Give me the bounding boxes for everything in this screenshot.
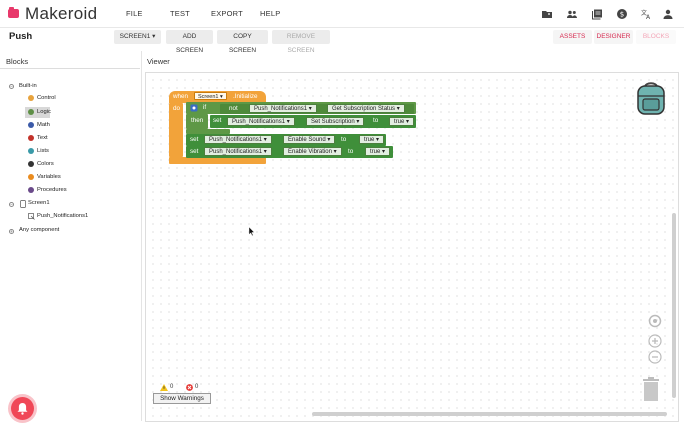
remove-screen-button[interactable]: REMOVE SCREEN [272,30,330,54]
component-dropdown-2[interactable]: Push_Notifications1 ▾ [204,135,272,144]
assets-button[interactable]: ASSETS [553,30,592,44]
vertical-scrollbar[interactable] [672,213,676,398]
recenter-icon[interactable] [648,314,662,328]
folder-add-icon[interactable] [541,8,553,20]
control-color-dot [28,95,34,101]
zoom-out-icon[interactable] [648,350,662,364]
procedures-color-dot [28,187,34,193]
colors-color-dot [28,161,34,167]
tree-builtin[interactable]: Built-in [19,82,37,91]
blocks-panel-title: Blocks [0,51,140,69]
set-label-3: set [190,148,199,155]
true-dropdown-2[interactable]: true ▾ [359,135,385,144]
blocks-button[interactable]: BLOCKS [636,30,676,44]
svg-text:$: $ [620,10,624,18]
library-icon[interactable] [591,8,603,20]
event-block-footer[interactable] [169,157,266,164]
collapse-builtin-toggle[interactable]: − [9,84,14,89]
tree-item-any-component[interactable]: Any component [19,226,59,235]
then-label: then [191,117,204,124]
not-label: not [229,105,238,112]
tree-item-lists[interactable]: Lists [37,147,49,156]
mouse-cursor-icon [249,227,255,236]
tree-item-colors[interactable]: Colors [37,160,54,169]
designer-button[interactable]: DESIGNER [594,30,633,44]
horizontal-scrollbar[interactable] [312,412,667,416]
math-color-dot [28,122,34,128]
notification-fab[interactable] [11,397,34,420]
logo-icon[interactable] [8,7,19,18]
to-label-1: to [373,117,379,124]
variables-color-dot [28,174,34,180]
show-warnings-button[interactable]: Show Warnings [153,393,211,404]
menu-test[interactable]: TEST [170,9,190,18]
set-label-2: set [190,136,199,143]
dollar-icon[interactable]: $ [616,8,628,20]
warnings-count: 0 [170,384,174,390]
copy-screen-button[interactable]: COPY SCREEN [217,30,268,54]
menu-export[interactable]: EXPORT [211,9,243,18]
to-label-2: to [341,136,347,143]
if-label: if [203,104,207,111]
lists-color-dot [28,148,34,154]
screen-dropdown[interactable]: Screen1 ▾ [194,92,227,100]
do-label: do [173,105,181,112]
tree-item-control[interactable]: Control [37,94,56,103]
component-icon [28,213,35,220]
project-name: Push [9,31,33,42]
text-color-dot [28,135,34,141]
tree-item-screen1[interactable]: Screen1 [28,199,50,208]
initialize-label: .Initialize [233,93,258,100]
enable-vibration-dropdown[interactable]: Enable Vibration ▾ [283,147,342,156]
people-icon[interactable] [566,8,578,20]
phone-icon [20,200,26,208]
zoom-in-icon[interactable] [648,334,662,348]
screen-select[interactable]: SCREEN1 ▾ [114,30,161,44]
set-subscription-dropdown[interactable]: Set Subscription ▾ [306,117,365,126]
add-screen-button[interactable]: ADD SCREEN [166,30,213,54]
account-icon[interactable] [662,8,674,20]
tree-item-variables[interactable]: Variables [37,173,61,182]
mutator-gear-icon[interactable] [190,104,198,112]
logic-color-dot [28,109,34,115]
brand-name[interactable]: Makeroid [25,4,97,24]
translate-icon[interactable]: 文A [640,8,652,20]
svg-text:A: A [646,14,651,20]
warning-icon [160,384,168,391]
when-label: when [173,93,189,100]
errors-count: 0 [195,384,199,390]
component-dropdown-3[interactable]: Push_Notifications1 ▾ [204,147,272,156]
panel-divider [141,51,142,421]
trash-icon[interactable] [642,376,660,402]
menu-help[interactable]: HELP [260,9,280,18]
true-dropdown-3[interactable]: true ▾ [365,147,391,156]
getter-method-dropdown[interactable]: Get Subscription Status ▾ [327,104,405,113]
tree-item-procedures[interactable]: Procedures [37,186,67,195]
tree-item-push-notifications[interactable]: Push_Notifications1 [37,212,88,221]
set-label-1: set [213,117,222,124]
enable-sound-dropdown[interactable]: Enable Sound ▾ [283,135,336,144]
top-bar: Makeroid FILE TEST EXPORT HELP $ 文A [0,0,684,28]
tree-item-logic[interactable]: Logic [37,108,51,117]
tree-item-text[interactable]: Text [37,134,48,143]
viewer-title: Viewer [147,57,170,66]
to-label-3: to [348,148,354,155]
expand-any-component-toggle[interactable]: + [9,229,14,234]
true-dropdown-1[interactable]: true ▾ [389,117,415,126]
tree-item-math[interactable]: Math [37,121,50,130]
backpack-icon[interactable] [635,80,667,116]
component-dropdown-getter[interactable]: Push_Notifications1 ▾ [249,104,317,113]
component-dropdown-1[interactable]: Push_Notifications1 ▾ [227,117,295,126]
collapse-screen-toggle[interactable]: − [9,202,14,207]
error-icon [186,384,193,391]
bell-icon [17,403,28,415]
menu-file[interactable]: FILE [126,9,143,18]
